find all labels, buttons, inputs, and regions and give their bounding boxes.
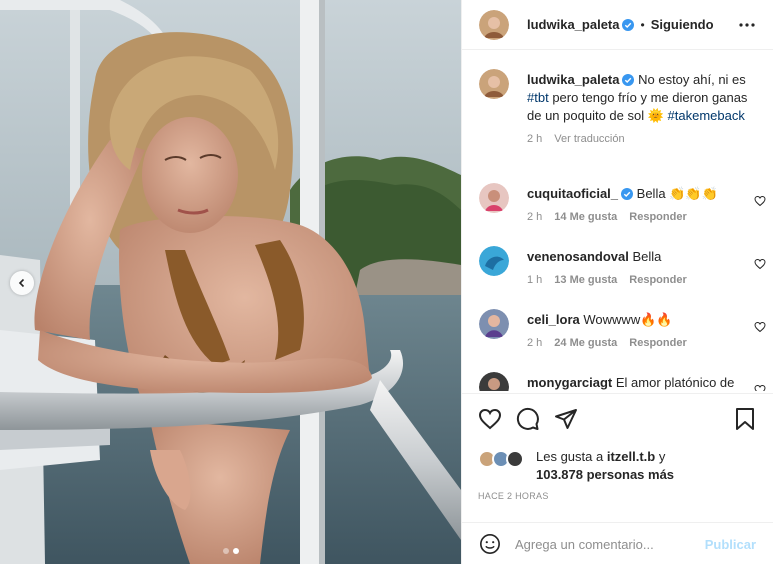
commenter-avatar[interactable]: [479, 309, 509, 339]
post-photo[interactable]: [0, 0, 461, 564]
instagram-post-modal: ludwika_paleta • Siguiendo ludwika_palet…: [0, 0, 773, 564]
heart-icon[interactable]: [754, 384, 766, 391]
post-side-panel: ludwika_paleta • Siguiendo ludwika_palet…: [461, 0, 773, 564]
comment-likes[interactable]: 24 Me gusta: [554, 334, 617, 352]
liker-username[interactable]: itzell.t.b: [607, 449, 655, 464]
likes-count[interactable]: 103.878 personas más: [536, 467, 674, 482]
comment-bubble-icon[interactable]: [516, 407, 540, 431]
author-avatar[interactable]: [479, 69, 509, 99]
comment-text: Bella: [632, 249, 662, 264]
verified-badge-icon: [622, 18, 635, 31]
comment-username[interactable]: venenosandoval: [527, 249, 629, 264]
comment-composer: Agrega un comentario... Publicar: [462, 522, 773, 565]
hashtag-tbt[interactable]: #tbt: [527, 90, 549, 105]
sun-emoji: 🌞: [647, 108, 664, 123]
commenter-avatar[interactable]: [479, 246, 509, 276]
caption-username[interactable]: ludwika_paleta: [527, 72, 619, 87]
heart-icon[interactable]: [754, 321, 766, 333]
comment-time: 1 h: [527, 274, 543, 286]
heart-icon[interactable]: [754, 258, 766, 270]
commenter-avatar[interactable]: [479, 183, 509, 213]
comment-text: Bella 👏👏👏: [636, 186, 718, 201]
post-image: [0, 0, 461, 564]
likers-avatars: [478, 448, 528, 470]
smiley-icon[interactable]: [479, 533, 501, 555]
translate-link[interactable]: Ver traducción: [554, 130, 624, 148]
comment-input[interactable]: Agrega un comentario...: [515, 537, 705, 552]
commenter-avatar[interactable]: [479, 372, 509, 391]
publish-button[interactable]: Publicar: [705, 537, 756, 552]
reply-button[interactable]: Responder: [629, 208, 686, 226]
author-avatar[interactable]: [479, 9, 509, 40]
carousel-dot-active: [232, 548, 239, 554]
comment-likes[interactable]: 14 Me gusta: [554, 208, 617, 226]
heart-icon[interactable]: [478, 407, 502, 431]
likes-summary[interactable]: Les gusta a itzell.t.b y 103.878 persona…: [478, 448, 674, 484]
comment-text: Wowwww🔥🔥: [583, 312, 673, 327]
caption-text-1: No estoy ahí, ni es: [638, 72, 746, 87]
comment-text: El amor platónico de: [615, 375, 735, 390]
comment-time: 2 h: [527, 337, 543, 349]
hashtag-takemeback[interactable]: #takemeback: [668, 108, 745, 123]
comments-list[interactable]: ludwika_paleta No estoy ahí, ni es #tbt …: [462, 51, 773, 391]
carousel-indicator: [222, 548, 239, 554]
caption-time: 2 h: [527, 133, 543, 145]
post-timestamp: HACE 2 HORAS: [478, 491, 549, 501]
author-username[interactable]: ludwika_paleta: [527, 17, 619, 32]
post-actions: Les gusta a itzell.t.b y 103.878 persona…: [462, 393, 773, 563]
comment-time: 2 h: [527, 211, 543, 223]
likes-text-and: y: [655, 449, 666, 464]
carousel-dot: [222, 548, 229, 554]
comment-likes[interactable]: 13 Me gusta: [554, 271, 617, 289]
verified-badge-icon: [622, 74, 635, 86]
carousel-prev-button[interactable]: [10, 271, 34, 295]
heart-icon[interactable]: [754, 195, 766, 207]
reply-button[interactable]: Responder: [629, 271, 686, 289]
post-header: ludwika_paleta • Siguiendo: [462, 0, 773, 50]
separator-dot: •: [640, 17, 645, 32]
chevron-left-icon: [18, 278, 25, 288]
following-button[interactable]: Siguiendo: [651, 17, 714, 32]
more-dots-icon[interactable]: [739, 17, 755, 33]
comment-username[interactable]: celi_lora: [527, 312, 580, 327]
bookmark-icon[interactable]: [734, 407, 756, 431]
paper-plane-icon[interactable]: [554, 407, 578, 431]
comment-username[interactable]: monygarciagt: [527, 375, 612, 390]
verified-badge-icon: [621, 188, 634, 200]
comment-username[interactable]: cuquitaoficial_: [527, 186, 618, 201]
likes-text: Les gusta a: [536, 449, 607, 464]
reply-button[interactable]: Responder: [629, 334, 686, 352]
